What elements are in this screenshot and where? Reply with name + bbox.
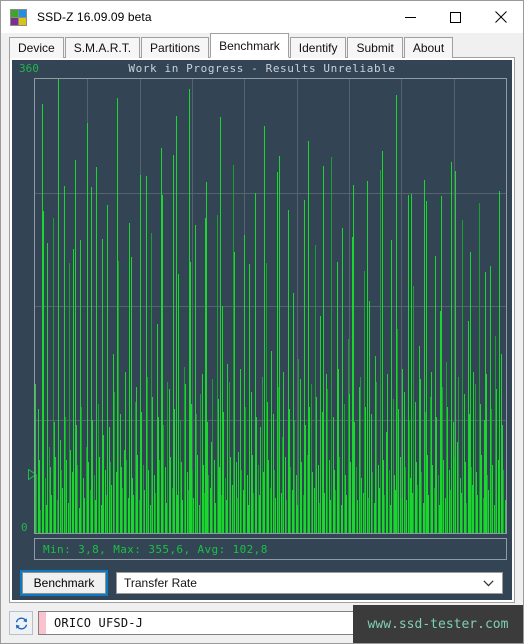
chart-plot-area [34, 78, 507, 534]
tab-smart[interactable]: S.M.A.R.T. [64, 37, 141, 58]
benchmark-mode-value: Transfer Rate [124, 576, 197, 590]
tab-device[interactable]: Device [9, 37, 64, 58]
device-name-field[interactable]: ORICO UFSD-J [38, 611, 451, 635]
benchmark-run-button[interactable]: Benchmark [22, 572, 106, 594]
y-axis-max-label: 360 [19, 62, 39, 75]
chart-bar-spike [485, 271, 486, 533]
chart-bar-spike [382, 150, 383, 533]
chart-bar-spike [161, 148, 162, 533]
device-status-swatch [39, 612, 46, 634]
chart-bar-spike [117, 97, 118, 533]
chart-bar-spike [411, 193, 412, 533]
chart-bar-spike [205, 217, 206, 533]
tab-about[interactable]: About [403, 37, 454, 58]
chevron-down-icon [483, 573, 494, 593]
chart-bar-spike [73, 249, 74, 533]
chart-bar-spike [367, 181, 368, 533]
chart-bar-spike [441, 196, 442, 533]
chart-bar-spike [455, 171, 456, 533]
benchmark-chart: Work in Progress - Results Unreliable 36… [12, 60, 512, 566]
chart-bar-spike [499, 191, 500, 533]
title-bar: SSD-Z 16.09.09 beta [1, 1, 523, 33]
tab-benchmark[interactable]: Benchmark [210, 33, 289, 58]
bottom-bar: ORICO UFSD-J Quit www.ssd-tester.com [1, 603, 523, 643]
y-axis-min-label: 0 [21, 521, 28, 534]
chart-bar-spike [264, 125, 265, 533]
chart-bar-spike [470, 251, 471, 533]
chart-bar-spike [396, 95, 397, 533]
chart-bar [504, 500, 506, 533]
ssdz-logo-icon [10, 8, 27, 26]
chart-bar-spike [176, 115, 177, 533]
play-marker-icon [21, 469, 37, 480]
chart-bars [35, 79, 506, 533]
maximize-icon[interactable] [433, 1, 478, 33]
tab-identify[interactable]: Identify [289, 37, 347, 58]
chart-warning-title: Work in Progress - Results Unreliable [128, 62, 396, 75]
window-title: SSD-Z 16.09.09 beta [37, 10, 152, 24]
benchmark-controls: Benchmark Transfer Rate [12, 566, 512, 600]
chart-stats-line: Min: 3,8, Max: 355,6, Avg: 102,8 [34, 538, 507, 560]
chart-bar-spike [43, 211, 44, 533]
chart-bar-spike [426, 201, 427, 533]
chart-bar-spike [190, 261, 191, 533]
chart-bar-spike [352, 236, 353, 533]
chart-bar-spike [249, 264, 250, 533]
chart-bar-spike [220, 116, 221, 533]
chart-bar-spike [131, 256, 132, 533]
quit-button[interactable]: Quit [457, 611, 515, 635]
chart-bar-spike [308, 140, 309, 533]
benchmark-panel: Work in Progress - Results Unreliable 36… [9, 58, 515, 603]
chart-bar-spike [58, 79, 59, 533]
device-name-value: ORICO UFSD-J [54, 616, 144, 630]
minimize-icon[interactable] [388, 1, 433, 33]
chart-bar-spike [146, 176, 147, 533]
chart-bar-spike [234, 251, 235, 533]
tab-bar: Device S.M.A.R.T. Partitions Benchmark I… [1, 33, 523, 58]
benchmark-mode-select[interactable]: Transfer Rate [116, 572, 503, 594]
chart-bar-spike [279, 155, 280, 533]
chart-bar-spike [87, 123, 88, 533]
app-window: SSD-Z 16.09.09 beta Device S.M.A.R.T. Pa… [0, 0, 524, 644]
tab-partitions[interactable]: Partitions [141, 37, 210, 58]
close-icon[interactable] [478, 1, 523, 33]
tab-submit[interactable]: Submit [347, 37, 403, 58]
window-controls [388, 1, 523, 33]
chart-bar-spike [337, 261, 338, 533]
chart-bar-spike [102, 239, 103, 533]
refresh-icon[interactable] [9, 611, 33, 635]
chart-bar-spike [293, 294, 294, 533]
chart-bar-spike [323, 166, 324, 533]
